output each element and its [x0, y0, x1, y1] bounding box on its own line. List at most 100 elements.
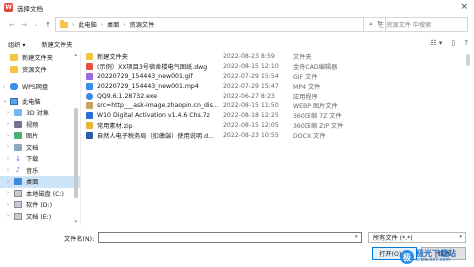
- sidebar-scroll-thumb[interactable]: [74, 108, 78, 198]
- watermark-url: www.xz7.com: [416, 257, 451, 263]
- sidebar-item-3d-objects[interactable]: › 3D 对象: [0, 107, 80, 119]
- expand-chevron-icon[interactable]: ›: [7, 110, 9, 116]
- search-placeholder: 在 资源文件 中搜索: [377, 22, 432, 29]
- expand-chevron-icon[interactable]: ›: [7, 190, 9, 196]
- sidebar-item-downloads[interactable]: › ↓ 下载: [0, 153, 80, 165]
- docx-file-icon: [86, 131, 93, 139]
- app-icon: W: [4, 3, 13, 12]
- breadcrumb-resource-files[interactable]: 资源文件: [130, 20, 155, 29]
- sidebar-item-label: 下载: [26, 156, 39, 164]
- window-title: 选择文档: [17, 4, 43, 13]
- search-input[interactable]: ⌕ 在 资源文件 中搜索: [363, 17, 468, 32]
- list-item[interactable]: W10 Digital Activation v1.4.6 Chs.7z 202…: [86, 111, 466, 121]
- list-item[interactable]: 20220729_154443_new001.gif 2022-07-29 15…: [86, 72, 466, 82]
- breadcrumb-this-pc[interactable]: 此电脑: [78, 20, 97, 29]
- back-arrow-icon[interactable]: ←: [6, 21, 18, 29]
- file-list-scroll-thumb[interactable]: [466, 54, 470, 66]
- sidebar-item-desktop[interactable]: › 桌面: [0, 176, 80, 188]
- close-icon[interactable]: ×: [460, 2, 468, 12]
- file-type-select[interactable]: 所有文件 (*.*) ▾: [368, 232, 466, 243]
- pictures-icon: [14, 132, 22, 140]
- folder-icon: [60, 19, 68, 28]
- filename-input[interactable]: [98, 232, 362, 243]
- sidebar-item-wps-cloud[interactable]: › WPS网盘: [0, 81, 80, 93]
- breadcrumb-desktop[interactable]: 桌面: [107, 20, 119, 29]
- expand-chevron-icon[interactable]: ›: [7, 213, 9, 219]
- preview-pane-icon[interactable]: ▯: [451, 39, 455, 47]
- webp-file-icon: [86, 102, 93, 110]
- sidebar-item-label: 软件 (D:): [26, 202, 53, 210]
- folder-icon: [10, 54, 18, 62]
- list-item[interactable]: (示例）XX项目3号宿舍楼电气图纸.dwg 2022-08-15 12:10 金…: [86, 62, 466, 72]
- expand-chevron-icon[interactable]: ›: [3, 84, 5, 90]
- sidebar-item-drive-d[interactable]: › 软件 (D:): [0, 199, 80, 211]
- command-bar: 组织 ▾ 新建文件夹 ☷ ▾ ▯ ?: [0, 36, 474, 52]
- sidebar-item-label: 视频: [26, 121, 39, 129]
- expand-chevron-icon[interactable]: ›: [7, 167, 9, 173]
- expand-chevron-icon[interactable]: ›: [7, 133, 9, 139]
- exe-file-icon: [86, 92, 93, 100]
- recent-locations-chevron-icon[interactable]: ⌄: [30, 22, 42, 28]
- file-type: 文件夹: [293, 54, 312, 62]
- new-folder-button[interactable]: 新建文件夹: [41, 40, 72, 49]
- list-item[interactable]: QQ9.6.1.28732.exe 2022-06-27 8:23 应用程序: [86, 91, 466, 101]
- file-type: 360压缩 7Z 文件: [293, 113, 342, 121]
- expand-chevron-icon[interactable]: ›: [7, 179, 9, 185]
- file-name: W10 Digital Activation v1.4.6 Chs.7z: [97, 112, 210, 120]
- list-item[interactable]: 新建文件夹 2022-08-23 8:59 文件夹: [86, 52, 466, 62]
- list-item[interactable]: src=http___ask-image.zhaopin.cn_dis... 2…: [86, 101, 466, 111]
- organize-button[interactable]: 组织 ▾: [8, 40, 25, 49]
- file-type: WEBP 图片文件: [293, 103, 338, 111]
- pane-divider[interactable]: [80, 52, 81, 225]
- filename-dropdown-icon[interactable]: ▾: [355, 234, 358, 240]
- up-arrow-icon[interactable]: ↑: [42, 21, 54, 29]
- breadcrumb-separator: ›: [100, 21, 103, 28]
- folder-icon: [86, 53, 93, 61]
- file-date: 2022-08-23 10:55: [223, 131, 279, 139]
- cloud-icon: [10, 83, 18, 91]
- navigation-pane: 新建文件夹 资源文件 › WPS网盘 ⌄ 此电脑 › 3D 对象 › 视频 › …: [0, 52, 80, 225]
- expand-chevron-icon[interactable]: ›: [7, 202, 9, 208]
- sidebar-item-pictures[interactable]: › 图片: [0, 130, 80, 142]
- sidebar-item-drive-c[interactable]: › 本地磁盘 (C:): [0, 188, 80, 200]
- breadcrumb[interactable]: › 此电脑 › 桌面 › 资源文件 ⌄ ↻: [55, 17, 386, 32]
- 7z-file-icon: [86, 112, 93, 120]
- breadcrumb-separator: ›: [123, 21, 126, 28]
- sidebar-item-music[interactable]: › ♪ 音乐: [0, 165, 80, 177]
- sidebar-item-drive-e[interactable]: › 文档 (E:): [0, 211, 80, 223]
- sidebar-item-documents[interactable]: › 文档: [0, 142, 80, 154]
- sidebar-item-new-folder[interactable]: 新建文件夹: [0, 52, 80, 64]
- dwg-file-icon: [86, 63, 93, 71]
- file-list-scrollbar[interactable]: [465, 52, 472, 225]
- file-date: 2022-07-29 15:47: [223, 82, 279, 90]
- list-item[interactable]: 20220729_154443_new001.mp4 2022-07-29 15…: [86, 81, 466, 91]
- file-type: DOCX 文件: [293, 132, 326, 140]
- file-list: 新建文件夹 2022-08-23 8:59 文件夹 (示例）XX项目3号宿舍楼电…: [86, 52, 466, 225]
- list-item[interactable]: 常用素材.zip 2022-08-15 12:05 360压缩 ZIP 文件: [86, 121, 466, 131]
- expand-chevron-icon[interactable]: ›: [7, 144, 9, 150]
- sidebar-item-label: 新建文件夹: [22, 55, 53, 63]
- forward-arrow-icon[interactable]: →: [18, 21, 30, 29]
- video-icon: [14, 120, 22, 128]
- file-date: 2022-08-23 8:59: [223, 53, 275, 61]
- sidebar-item-label: 文档 (E:): [26, 213, 52, 221]
- expand-chevron-icon[interactable]: ›: [7, 121, 9, 127]
- download-icon: ↓: [15, 154, 21, 163]
- list-item[interactable]: 自然人电子税务局（扣缴端）使用说明.d... 2022-08-23 10:55 …: [86, 130, 466, 140]
- file-name: 20220729_154443_new001.mp4: [97, 82, 199, 90]
- sidebar-item-label: 桌面: [26, 179, 39, 187]
- sidebar-item-resource-files[interactable]: 资源文件: [0, 64, 80, 76]
- scroll-down-icon[interactable]: ▾: [74, 219, 77, 225]
- collapse-chevron-icon[interactable]: ⌄: [3, 98, 7, 104]
- sidebar-scrollbar[interactable]: ▴ ▾: [73, 52, 79, 225]
- file-type: MP4 文件: [293, 83, 321, 91]
- folder-icon: [10, 65, 18, 73]
- file-name: 自然人电子税务局（扣缴端）使用说明.d...: [97, 132, 214, 140]
- sidebar-item-videos[interactable]: › 视频: [0, 119, 80, 131]
- view-options-icon[interactable]: ☷ ▾: [430, 39, 442, 47]
- sidebar-item-this-pc[interactable]: ⌄ 此电脑: [0, 96, 80, 108]
- scroll-up-icon[interactable]: ▴: [74, 52, 77, 58]
- expand-chevron-icon[interactable]: ›: [7, 156, 9, 162]
- help-icon[interactable]: ?: [464, 39, 468, 47]
- file-type: 360压缩 ZIP 文件: [293, 122, 344, 130]
